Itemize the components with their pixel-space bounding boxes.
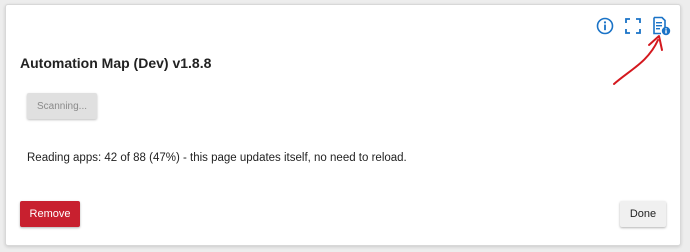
scanning-button[interactable]: Scanning...	[27, 93, 97, 119]
page-title: Automation Map (Dev) v1.8.8	[20, 55, 212, 71]
remove-button[interactable]: Remove	[20, 201, 80, 227]
info-icon[interactable]	[594, 15, 616, 37]
fullscreen-icon[interactable]	[622, 15, 644, 37]
done-button[interactable]: Done	[620, 201, 666, 227]
header-toolbar	[594, 15, 672, 37]
dialog-card: Automation Map (Dev) v1.8.8 Scanning... …	[5, 4, 681, 246]
document-info-icon[interactable]	[650, 15, 672, 37]
status-text: Reading apps: 42 of 88 (47%) - this page…	[27, 152, 407, 164]
